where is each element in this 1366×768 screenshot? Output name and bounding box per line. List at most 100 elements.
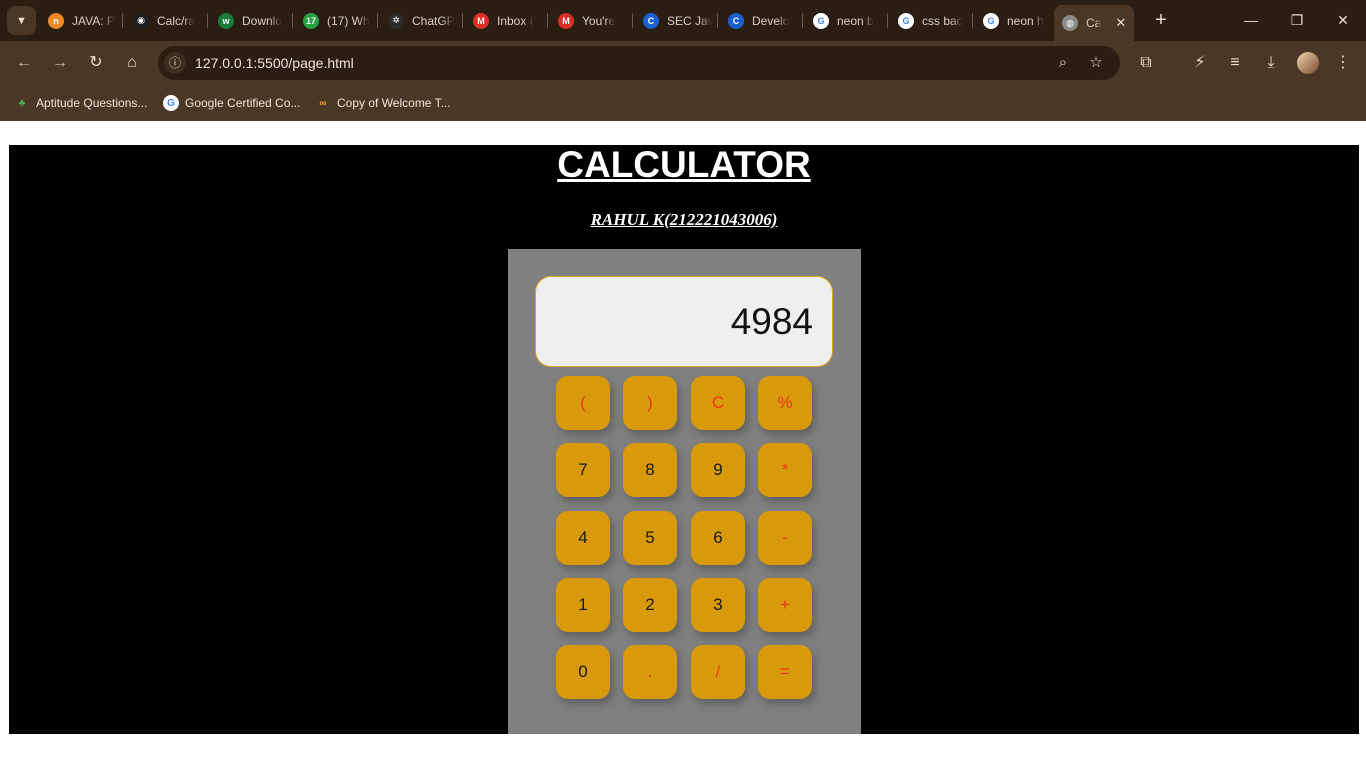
tab-separator [717, 13, 718, 28]
tab-separator [122, 13, 123, 28]
url-text[interactable]: 127.0.0.1:5500/page.html [195, 55, 354, 71]
digit-0-button[interactable]: 0 [556, 645, 610, 699]
minimize-icon: — [1244, 12, 1258, 28]
performance-icon[interactable]: ⚡ [1187, 50, 1213, 76]
reload-button[interactable]: ↻ [82, 49, 110, 77]
digit-7-button[interactable]: 7 [556, 443, 610, 497]
tab[interactable]: n JAVA: P [40, 6, 118, 35]
browser-toolbar: ← → ↻ ⌂ ⓘ 127.0.0.1:5500/page.html ⌕ ☆ ⧉… [0, 41, 1366, 85]
calculator: 4984 () C% 7 8 9 * 4 5 6- 1 2 3 +0. / = [508, 249, 861, 734]
bookmark-item[interactable]: ∞ Copy of Welcome T... [315, 93, 451, 113]
multiply-button[interactable]: * [758, 443, 812, 497]
decimal-button[interactable]: . [623, 645, 677, 699]
restore-icon: ❐ [1290, 12, 1304, 28]
tab-label: JAVA: P [72, 13, 115, 28]
address-bar[interactable]: ⓘ 127.0.0.1:5500/page.html ⌕ ☆ [158, 46, 1120, 80]
calculator-display[interactable]: 4984 [535, 276, 833, 367]
page-title: CALCULATOR [557, 144, 811, 185]
colab-icon: ∞ [319, 97, 327, 109]
tab-label: Calc/ra [157, 13, 196, 28]
browser-tab-strip: ▼ n JAVA: P ◉ Calc/ra w Downlo 17 (17) Wh ✲ ChatG… [0, 0, 1366, 41]
tab[interactable]: w Downlo [210, 6, 288, 35]
tab-active[interactable]: ◍ Ca ✕ [1054, 5, 1134, 41]
digit-8-button[interactable]: 8 [623, 443, 677, 497]
more-menu-icon[interactable]: ⋮ [1330, 50, 1356, 76]
gmail-icon: M [558, 12, 574, 29]
aptitude-icon: ♣ [18, 97, 26, 109]
tab-separator [887, 13, 888, 28]
digit-4-button[interactable]: 4 [556, 511, 610, 565]
new-tab-button[interactable]: + [1150, 8, 1172, 32]
open-paren-button[interactable]: ( [556, 376, 610, 430]
tab-separator [462, 13, 463, 28]
equals-button[interactable]: = [758, 645, 812, 699]
tab-label: css bac [922, 13, 963, 28]
media-control-icon[interactable]: ≡ [1222, 50, 1248, 76]
tab-separator [632, 13, 633, 28]
minimize-button[interactable]: — [1238, 8, 1264, 32]
page-stage: CALCULATOR RAHUL K(212221043006) 4984 ()… [9, 145, 1359, 734]
tab[interactable]: 17 (17) Wh [295, 6, 373, 35]
bookmark-star-icon[interactable]: ☆ [1085, 52, 1107, 74]
github-icon: ◉ [133, 12, 149, 29]
forward-button[interactable]: → [46, 49, 74, 77]
reload-icon: ↻ [89, 54, 103, 71]
tab-label: neon b [837, 13, 874, 28]
back-button[interactable]: ← [10, 49, 38, 77]
tab-label: neon h [1007, 13, 1044, 28]
close-window-button[interactable]: ✕ [1330, 8, 1356, 32]
tab-label: You're [582, 13, 616, 28]
tab[interactable]: C Develo [720, 6, 798, 35]
bookmark-label: Copy of Welcome T... [337, 96, 451, 110]
tab-separator [292, 13, 293, 28]
plus-icon: + [1155, 9, 1167, 31]
google-icon: G [898, 12, 914, 29]
restore-button[interactable]: ❐ [1284, 8, 1310, 32]
digit-9-button[interactable]: 9 [691, 443, 745, 497]
digit-1-button[interactable]: 1 [556, 578, 610, 632]
tab[interactable]: Gneon b [805, 6, 883, 35]
digit-5-button[interactable]: 5 [623, 511, 677, 565]
zoom-icon[interactable]: ⌕ [1052, 52, 1074, 74]
subtract-button[interactable]: - [758, 511, 812, 565]
clear-button[interactable]: C [691, 376, 745, 430]
site-info-icon[interactable]: ⓘ [164, 52, 186, 74]
page-viewport: CALCULATOR RAHUL K(212221043006) 4984 ()… [0, 121, 1366, 768]
bookmark-item[interactable]: G Google Certified Co... [163, 93, 300, 113]
tab[interactable]: M Inbox ( [465, 6, 543, 35]
home-button[interactable]: ⌂ [118, 49, 146, 77]
bookmark-label: Google Certified Co... [185, 96, 301, 110]
tab[interactable]: ✲ ChatGP [380, 6, 458, 35]
add-button[interactable]: + [758, 578, 812, 632]
tab[interactable]: Gcss bac [890, 6, 968, 35]
globe-icon: ◍ [1062, 15, 1078, 31]
close-tab-icon[interactable]: ✕ [1115, 15, 1126, 31]
tab-label: ChatGP [412, 13, 455, 28]
author-heading: RAHUL K(212221043006) [590, 210, 778, 229]
extensions-icon[interactable]: ⧉ [1133, 50, 1159, 76]
divide-button[interactable]: / [691, 645, 745, 699]
close-paren-button[interactable]: ) [623, 376, 677, 430]
percent-button[interactable]: % [758, 376, 812, 430]
tab[interactable]: C SEC Jav [635, 6, 713, 35]
bookmarks-bar: ♣ Aptitude Questions... G Google Certified … [0, 85, 1366, 121]
tab-label: Develo [752, 13, 790, 28]
google-icon: G [983, 12, 999, 29]
arrow-left-icon: ← [16, 54, 32, 71]
digit-3-button[interactable]: 3 [691, 578, 745, 632]
tab[interactable]: Gneon h [975, 6, 1053, 35]
tab-label: Ca [1086, 16, 1102, 30]
digit-6-button[interactable]: 6 [691, 511, 745, 565]
digit-2-button[interactable]: 2 [623, 578, 677, 632]
home-icon: ⌂ [127, 54, 137, 71]
download-icon[interactable]: ⤓ [1258, 50, 1284, 76]
tab-search-button[interactable]: ▼ [7, 6, 36, 35]
tab[interactable]: M You're [550, 6, 628, 35]
profile-avatar[interactable] [1297, 52, 1319, 74]
bookmark-item[interactable]: ♣ Aptitude Questions... [14, 93, 148, 113]
w-icon: w [218, 12, 234, 29]
c-icon: C [728, 12, 744, 29]
tab[interactable]: ◉ Calc/ra [125, 6, 203, 35]
tab-separator [377, 13, 378, 28]
whatsapp-icon: 17 [303, 12, 319, 29]
